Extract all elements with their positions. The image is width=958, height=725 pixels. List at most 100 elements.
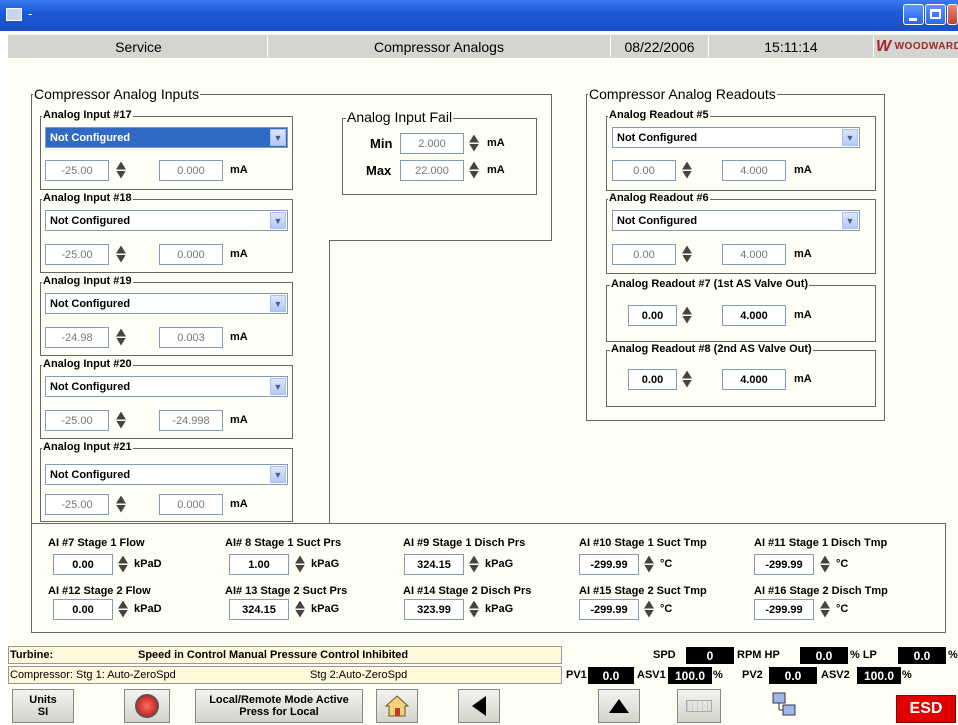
analog-input-18-spinner[interactable] xyxy=(114,244,128,265)
analog-readout-5-value[interactable]: 0.00 xyxy=(612,160,676,181)
alarm-button[interactable] xyxy=(124,689,170,723)
analog-input-17-spinner[interactable] xyxy=(114,160,128,181)
analog-readout-6-spinner[interactable] xyxy=(680,244,694,265)
ai13-spinner[interactable] xyxy=(293,599,307,620)
ai7-spinner[interactable] xyxy=(116,554,130,575)
up-button[interactable] xyxy=(598,689,640,723)
previous-page-button[interactable] xyxy=(458,689,500,723)
asv1-pct-label: % xyxy=(713,669,723,681)
analog-readout-8-value[interactable]: 0.00 xyxy=(628,369,677,390)
analog-input-19-ma[interactable]: 0.003 xyxy=(159,327,223,348)
analog-input-18-select[interactable]: Not Configured ▼ xyxy=(45,210,288,231)
up-arrow-icon xyxy=(609,699,629,713)
ai16-value[interactable]: -299.99 xyxy=(754,599,814,620)
analog-input-18-value[interactable]: -25.00 xyxy=(45,244,109,265)
analog-input-21-spinner[interactable] xyxy=(114,494,128,515)
analog-readout-7-value[interactable]: 0.00 xyxy=(628,305,677,326)
analog-readout-5-spinner[interactable] xyxy=(680,160,694,181)
analog-input-21-unit: mA xyxy=(230,498,248,510)
fail-min-label: Min xyxy=(370,136,393,151)
trend-icon xyxy=(686,700,712,712)
ai9-label: AI #9 Stage 1 Disch Prs xyxy=(403,537,526,549)
ai12-label: AI #12 Stage 2 Flow xyxy=(48,585,151,597)
analog-input-fail-group xyxy=(342,118,537,195)
lp-pct-label: % xyxy=(948,649,958,661)
pv2-label: PV2 xyxy=(742,669,763,681)
analog-input-17-ma[interactable]: 0.000 xyxy=(159,160,223,181)
analog-readout-6-ma[interactable]: 4.000 xyxy=(722,244,786,265)
analog-readout-7-spinner[interactable] xyxy=(680,305,694,326)
analog-input-17-value[interactable]: -25.00 xyxy=(45,160,109,181)
ai16-spinner[interactable] xyxy=(818,599,832,620)
pct-lp-label: % LP xyxy=(850,649,877,661)
ai8-spinner[interactable] xyxy=(293,554,307,575)
lp-value: 0.0 xyxy=(898,647,946,664)
esd-button[interactable]: ESD xyxy=(896,695,956,723)
ai13-unit: kPaG xyxy=(311,603,340,615)
header-date: 08/22/2006 xyxy=(611,36,709,57)
trend-button[interactable] xyxy=(677,689,721,723)
analog-input-19-spinner[interactable] xyxy=(114,327,128,348)
analog-readout-5-select[interactable]: Not Configured ▼ xyxy=(612,127,860,148)
ai10-value[interactable]: -299.99 xyxy=(579,554,639,575)
ai-outline-top xyxy=(329,523,946,524)
analog-readout-8-ma[interactable]: 4.000 xyxy=(722,369,786,390)
ai12-spinner[interactable] xyxy=(116,599,130,620)
analog-readout-8-label: Analog Readout #8 (2nd AS Valve Out) xyxy=(610,343,813,355)
ai8-value[interactable]: 1.00 xyxy=(229,554,289,575)
maximize-button[interactable] xyxy=(925,4,946,25)
fail-max-label: Max xyxy=(366,163,392,178)
analog-input-19-unit: mA xyxy=(230,331,248,343)
analog-input-21-ma[interactable]: 0.000 xyxy=(159,494,223,515)
analog-input-21-value[interactable]: -25.00 xyxy=(45,494,109,515)
analog-readout-7-ma[interactable]: 4.000 xyxy=(722,305,786,326)
analog-input-20-ma[interactable]: -24.998 xyxy=(159,410,223,431)
ai11-label: AI #11 Stage 1 Disch Tmp xyxy=(754,537,888,549)
ai15-spinner[interactable] xyxy=(642,599,656,620)
ai9-value[interactable]: 324.15 xyxy=(404,554,464,575)
ai13-value[interactable]: 324.15 xyxy=(229,599,289,620)
analog-readout-5-ma[interactable]: 4.000 xyxy=(722,160,786,181)
turbine-label: Turbine: xyxy=(10,649,54,661)
analog-readout-6-select[interactable]: Not Configured ▼ xyxy=(612,210,860,231)
ai11-value[interactable]: -299.99 xyxy=(754,554,814,575)
compressor-status-text: Compressor: Stg 1: Auto-ZeroSpd xyxy=(10,669,176,681)
mode-action: Press for Local xyxy=(239,706,319,718)
analog-input-17-select[interactable]: Not Configured ▼ xyxy=(45,127,288,148)
analog-input-19-value[interactable]: -24.98 xyxy=(45,327,109,348)
analog-input-21-select[interactable]: Not Configured ▼ xyxy=(45,464,288,485)
analog-input-19-select[interactable]: Not Configured ▼ xyxy=(45,293,288,314)
chevron-down-icon: ▼ xyxy=(270,295,286,312)
ai12-value[interactable]: 0.00 xyxy=(53,599,113,620)
ai10-unit: °C xyxy=(660,558,673,570)
network-icon[interactable] xyxy=(769,691,799,721)
chevron-down-icon: ▼ xyxy=(270,129,286,146)
fail-max-field[interactable]: 22.000 xyxy=(400,160,464,181)
units-button[interactable]: Units SI xyxy=(12,689,74,723)
fail-min-field[interactable]: 2.000 xyxy=(400,133,464,154)
analog-readout-8-spinner[interactable] xyxy=(680,369,694,390)
ai11-spinner[interactable] xyxy=(818,554,832,575)
analog-readout-6-value[interactable]: 0.00 xyxy=(612,244,676,265)
window-titlebar: - xyxy=(0,0,958,31)
analog-input-20-value[interactable]: -25.00 xyxy=(45,410,109,431)
hp-value: 0.0 xyxy=(800,647,848,664)
ai14-value[interactable]: 323.99 xyxy=(404,599,464,620)
ai15-value[interactable]: -299.99 xyxy=(579,599,639,620)
home-button[interactable] xyxy=(376,689,418,723)
close-button[interactable] xyxy=(947,4,958,25)
local-remote-mode-button[interactable]: Local/Remote Mode Active Press for Local xyxy=(195,689,363,723)
analog-input-17-label: Analog Input #17 xyxy=(42,109,133,121)
analog-input-20-select[interactable]: Not Configured ▼ xyxy=(45,376,288,397)
analog-input-18-ma[interactable]: 0.000 xyxy=(159,244,223,265)
ai14-spinner[interactable] xyxy=(467,599,481,620)
fail-max-spinner[interactable] xyxy=(467,160,481,181)
fail-min-spinner[interactable] xyxy=(467,133,481,154)
ai9-spinner[interactable] xyxy=(467,554,481,575)
ai7-value[interactable]: 0.00 xyxy=(53,554,113,575)
ai-outline-left xyxy=(31,523,32,633)
analog-input-20-spinner[interactable] xyxy=(114,410,128,431)
spd-label: SPD xyxy=(653,649,676,661)
minimize-button[interactable] xyxy=(903,4,924,25)
ai10-spinner[interactable] xyxy=(642,554,656,575)
